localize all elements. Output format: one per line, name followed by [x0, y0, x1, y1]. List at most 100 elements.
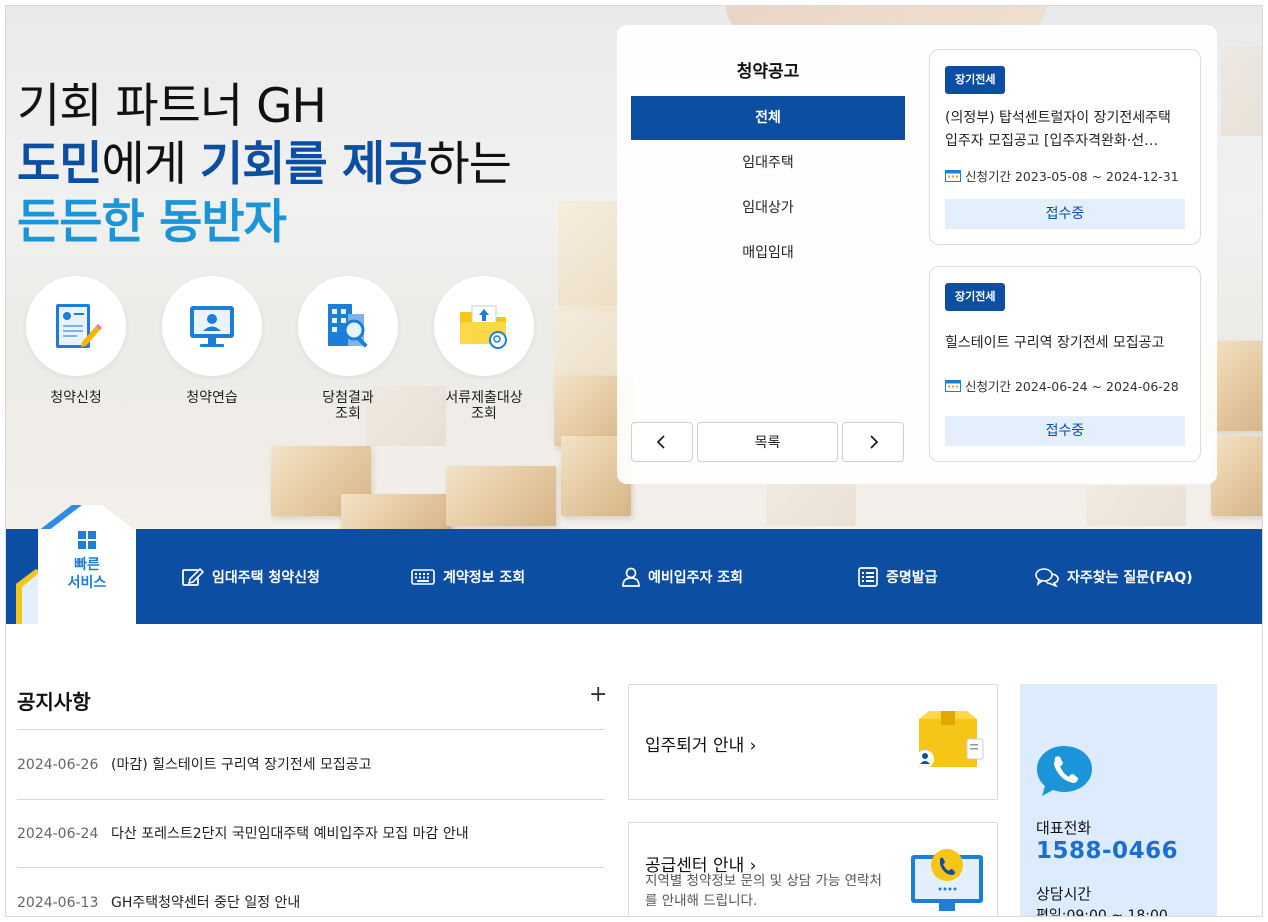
quick-service-item-label: 자주찾는 질문(FAQ) [1067, 569, 1193, 586]
guide-title: 입주퇴거 안내 › [645, 736, 757, 756]
notice-date: 2024-06-26 [17, 757, 99, 773]
chevron-left-icon [656, 435, 665, 449]
prev-button[interactable] [631, 422, 693, 462]
headline-text: 에게 [101, 137, 200, 192]
user-icon [622, 567, 640, 587]
folder-upload-icon [434, 276, 534, 376]
divider [17, 729, 605, 730]
quick-service-item-label: 예비입주자 조회 [648, 569, 744, 586]
description-line: 를 안내해 드립니다. [645, 893, 758, 909]
application-period: 신청기간 2024-06-24 ~ 2024-06-28 [945, 376, 1179, 395]
building-search-icon [298, 276, 398, 376]
chat-bubbles-icon [1035, 567, 1059, 587]
headline-line2: 도민에게 기회를 제공하는 [17, 136, 512, 194]
quick-link-apply[interactable]: 청약신청 [26, 276, 126, 406]
quick-service-label: 빠른서비스 [38, 556, 136, 592]
wood-block [558, 201, 626, 311]
quick-service-certificate[interactable]: 증명발급 [858, 529, 938, 624]
business-hours: 평일:09:00 ~ 18:00 [1036, 908, 1168, 917]
category-badge: 장기전세 [945, 66, 1006, 94]
headline-line3: 든든한 동반자 [17, 195, 287, 250]
edit-icon [182, 567, 204, 586]
quick-link-practice[interactable]: 청약연습 [162, 276, 262, 406]
page-frame: 기회 파트너 GH 도민에게 기회를 제공하는 든든한 동반자 청약신청 청약연… [5, 5, 1263, 917]
panel-title: 청약공고 [736, 62, 800, 82]
headline-highlight: 기회를 제공 [199, 137, 428, 192]
period-text: 신청기간 2024-06-24 ~ 2024-06-28 [965, 379, 1179, 394]
headline-text: 하는 [426, 137, 511, 192]
move-in-out-guide[interactable]: 입주퇴거 안내 › [628, 684, 998, 800]
application-period: 신청기간 2023-05-08 ~ 2024-12-31 [945, 166, 1179, 185]
quick-service-contract[interactable]: 계약정보 조회 [411, 529, 525, 624]
notice-title: GH주택청약센터 중단 일정 안내 [111, 895, 301, 911]
headline-line1: 기회 파트너 GH [17, 79, 327, 134]
quick-service-item-label: 증명발급 [886, 569, 938, 586]
quick-service-faq[interactable]: 자주찾는 질문(FAQ) [1035, 529, 1193, 624]
notice-card[interactable]: 장기전세 (의정부) 탑석센트럴자이 장기전세주택 입주자 모집공고 [입주자격… [929, 49, 1201, 245]
wood-block [1221, 46, 1262, 136]
label-line: 서류제출대상 [445, 390, 523, 406]
label-line: 당첨결과 [322, 390, 374, 406]
label-line: 빠른 [74, 557, 100, 573]
phone-number[interactable]: 1588-0466 [1036, 838, 1178, 864]
notice-card-title: (의정부) 탑석센트럴자이 장기전세주택 입주자 모집공고 [입주자격완화·선… [945, 107, 1187, 153]
status-label: 접수중 [945, 416, 1185, 446]
headline-highlight: 도민 [17, 137, 102, 192]
keyboard-icon [411, 568, 435, 585]
contact-label: 대표전화 [1036, 819, 1092, 837]
phone-bubble-icon [1037, 746, 1092, 796]
description-line: 지역별 청약정보 문의 및 상담 가능 연락처 [645, 873, 882, 889]
quick-service-item-label: 계약정보 조회 [443, 569, 526, 586]
contact-info: 대표전화 1588-0466 상담시간 평일:09:00 ~ 18:00 [1020, 684, 1217, 917]
quick-service-bar: 빠른서비스 임대주택 청약신청 계약정보 조회 예비입주자 조회 증명발급 자주… [6, 505, 1262, 624]
notice-title: (마감) 힐스테이트 구리역 장기전세 모집공고 [111, 757, 372, 773]
title-line: (의정부) 탑석센트럴자이 장기전세주택 [945, 110, 1171, 126]
quick-link-label: 청약연습 [186, 390, 238, 406]
subscription-notice-panel: 청약공고 전체 임대주택 임대상가 매입임대 목록 장기전세 (의정부) 탑석센… [617, 25, 1217, 484]
notice-row[interactable]: 2024-06-13 GH주택청약센터 중단 일정 안내 [17, 892, 605, 912]
category-tab-rental-housing[interactable]: 임대주택 [631, 141, 905, 185]
quick-link-result[interactable]: 당첨결과 조회 [298, 276, 398, 422]
category-tab-all[interactable]: 전체 [631, 96, 905, 140]
wood-block [341, 494, 451, 529]
calendar-icon [945, 170, 961, 182]
house-roof [38, 505, 136, 531]
category-tab-rental-shop[interactable]: 임대상가 [631, 186, 905, 230]
notice-row[interactable]: 2024-06-24 다산 포레스트2단지 국민임대주택 예비입주자 모집 마감 … [17, 823, 605, 843]
guide-description: 지역별 청약정보 문의 및 상담 가능 연락처 를 안내해 드립니다. [645, 871, 882, 911]
category-badge: 장기전세 [945, 283, 1006, 311]
list-button[interactable]: 목록 [697, 422, 838, 462]
quick-service-house: 빠른서비스 [38, 505, 136, 624]
quick-link-label: 당첨결과 조회 [298, 390, 398, 422]
quick-service-rental-apply[interactable]: 임대주택 청약신청 [182, 529, 320, 624]
label-line: 서비스 [67, 575, 107, 591]
notice-row[interactable]: 2024-06-26 (마감) 힐스테이트 구리역 장기전세 모집공고 [17, 754, 605, 774]
title-line: 힐스테이트 구리역 장기전세 모집공고 [945, 335, 1165, 351]
period-text: 신청기간 2023-05-08 ~ 2024-12-31 [965, 169, 1179, 184]
wood-block [1086, 486, 1186, 526]
notice-card[interactable]: 장기전세 힐스테이트 구리역 장기전세 모집공고 신청기간 2024-06-24… [929, 266, 1201, 462]
label-line: 조회 [471, 406, 497, 422]
notice-title: 다산 포레스트2단지 국민임대주택 예비입주자 모집 마감 안내 [111, 826, 469, 842]
hero-headline: 기회 파트너 GH 도민에게 기회를 제공하는 든든한 동반자 [17, 78, 512, 252]
quick-service-waiting-list[interactable]: 예비입주자 조회 [622, 529, 743, 624]
notice-date: 2024-06-24 [17, 826, 99, 842]
quick-service-item-label: 임대주택 청약신청 [212, 569, 320, 586]
box-document-icon [916, 711, 984, 768]
wood-block [446, 466, 556, 526]
quick-link-documents[interactable]: 서류제출대상 조회 [434, 276, 534, 422]
monitor-user-icon [162, 276, 262, 376]
monitor-phone-icon [911, 849, 983, 911]
supply-center-guide[interactable]: 공급센터 안내 › 지역별 청약정보 문의 및 상담 가능 연락처 를 안내해 … [628, 822, 998, 916]
title-line: 입주자 모집공고 [입주자격완화·선… [945, 133, 1159, 149]
label-line: 조회 [335, 406, 361, 422]
category-tab-purchase-rental[interactable]: 매입임대 [631, 231, 905, 275]
application-form-icon [26, 276, 126, 376]
notice-more-button[interactable]: + [589, 682, 607, 707]
hero-banner: 기회 파트너 GH 도민에게 기회를 제공하는 든든한 동반자 청약신청 청약연… [6, 6, 1262, 529]
chevron-right-icon [870, 435, 879, 449]
calendar-icon [945, 380, 961, 392]
notice-section-title: 공지사항 [17, 690, 91, 714]
notice-date: 2024-06-13 [17, 895, 99, 911]
next-button[interactable] [842, 422, 904, 462]
